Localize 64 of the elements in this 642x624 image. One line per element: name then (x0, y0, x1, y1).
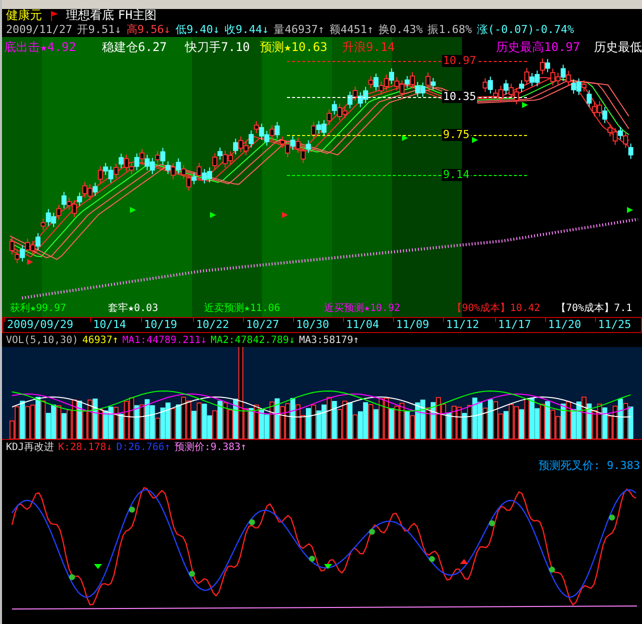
signal-arrow-icon (210, 212, 216, 218)
indicator-label: 近买预测★10.92 (324, 302, 400, 315)
quote-value: 额4451↑ (329, 22, 374, 37)
indicator-label: 历史最低 (594, 40, 642, 54)
quote-value: 振1.68% (428, 22, 472, 37)
indicator-label: 快刀手7.10 (185, 40, 250, 54)
kdj-legend: K:28.178↓ (58, 440, 112, 455)
flag-icon (50, 10, 58, 20)
date-label: 2009/09/29 (7, 318, 74, 332)
indicator-label: 升浪9.14 (342, 40, 395, 54)
signal-arrow-icon (27, 259, 33, 265)
signal-triangle-icon (324, 564, 332, 569)
quote-value: 开9.51↓ (77, 22, 122, 37)
indicator-label: 获利★99.97 (10, 302, 66, 315)
indicator-name: 理想看底 (66, 9, 114, 22)
date-label: 11/12 (446, 318, 480, 332)
date-label: 10/27 (246, 318, 280, 332)
indicator-label: 【90%成本】10.42 (452, 302, 540, 315)
indicator-label: 套牢★0.03 (108, 302, 158, 315)
quote-value: 量46937↑ (274, 22, 324, 37)
forecast-price-label: 预测死叉价: 9.383 (538, 458, 640, 474)
date-label: 11/20 (548, 318, 582, 332)
indicator-label: 预测★10.63 (260, 40, 328, 54)
stock-name: 健康元 (6, 9, 42, 22)
price-level-label: 10.97 (442, 55, 478, 67)
volume-legend: MA2:47842.789↓ (210, 332, 295, 348)
signal-arrow-icon (522, 102, 528, 108)
indicator-label: 近卖预测★11.06 (204, 302, 280, 315)
date-label: 10/14 (93, 318, 126, 332)
quote-value: 2009/11/27 (6, 22, 72, 37)
price-level-label: 9.75 (442, 129, 470, 141)
quote-value: 收9.44↓ (224, 22, 269, 37)
signal-arrow-icon (130, 207, 136, 213)
date-label: 11/17 (498, 318, 532, 332)
date-label: 10/30 (296, 318, 330, 332)
price-level-label: 10.35 (442, 91, 478, 103)
date-label: 11/04 (346, 318, 380, 332)
date-label: 11/09 (396, 318, 430, 332)
date-label: 11/25 (598, 318, 632, 332)
signal-arrow-icon (402, 135, 408, 141)
quote-value: 涨(-0.07)-0.74% (476, 22, 574, 37)
indicator-label: 稳建仓6.27 (102, 40, 167, 54)
date-label: 10/19 (144, 318, 178, 332)
signal-arrow-icon (627, 207, 633, 213)
indicator-label: 【70%成本】7.1 (556, 302, 632, 315)
volume-legend: 46937↑ (82, 332, 118, 348)
signal-triangle-icon (94, 564, 102, 569)
quote-value: 高9.56↓ (126, 22, 170, 37)
quote-value: 换0.43% (378, 22, 423, 37)
kdj-legend: D:26.766↑ (116, 440, 170, 455)
date-label: 10/22 (196, 318, 230, 332)
kdj-legend: 预测价:9.383↑ (174, 440, 247, 455)
signal-arrow-icon (282, 212, 288, 218)
volume-legend: MA3:58179↑ (298, 332, 360, 348)
chart-name: FH主图 (118, 9, 156, 22)
signal-triangle-icon (460, 559, 468, 564)
price-level-label: 9.14 (442, 169, 470, 181)
quote-value: 低9.40↓ (175, 22, 220, 37)
indicator-label: 历史最高10.97 (496, 40, 580, 54)
kdj-legend: KDJ再改进 (6, 440, 54, 455)
volume-legend: VOL(5,10,30) (6, 332, 78, 348)
indicator-label: 底出击★4.92 (4, 40, 76, 54)
volume-legend: MA1:44789.211↓ (122, 332, 207, 348)
signal-arrow-icon (472, 137, 478, 143)
